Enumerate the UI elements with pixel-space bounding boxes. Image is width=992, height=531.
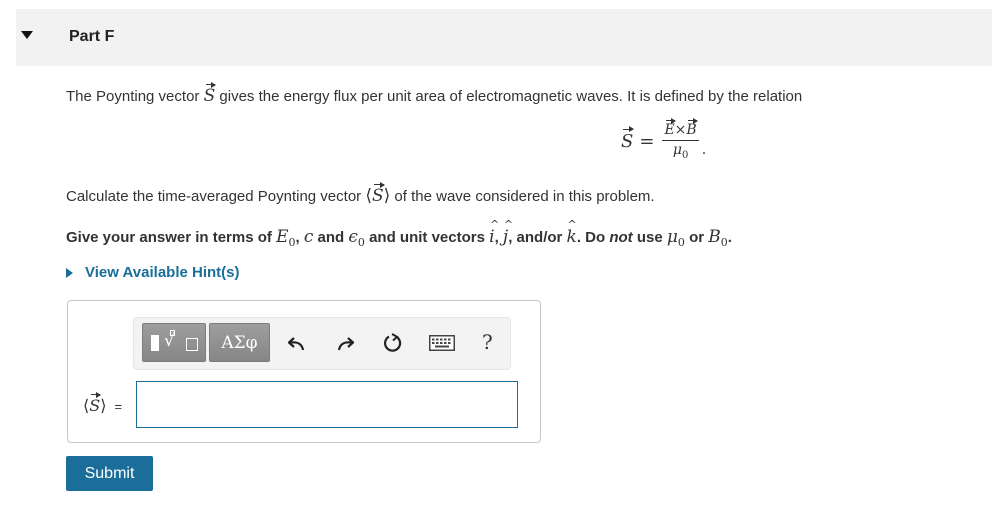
formula-equals: = — [639, 130, 655, 152]
give-i-hat: i — [489, 218, 500, 247]
formula-times: × — [674, 122, 687, 138]
give-text-7: . Do — [576, 229, 610, 246]
calc-text-after: of the wave considered in this problem. — [390, 188, 655, 205]
give-mu-sub: 0 — [677, 236, 685, 249]
part-header[interactable] — [16, 9, 992, 66]
formula-lhs: S — [621, 126, 635, 152]
symbols-button[interactable]: ΑΣφ — [209, 323, 270, 362]
give-mu: μ — [666, 227, 678, 247]
give-text-1: Give your answer in terms of — [66, 229, 277, 246]
reset-icon[interactable] — [382, 332, 404, 354]
answer-label-close: ⟩ — [100, 396, 107, 415]
poynting-formula: S = E×B μ0 . — [621, 117, 707, 161]
give-text-10: . — [727, 229, 732, 246]
give-k-hat: k — [567, 218, 578, 247]
help-button[interactable]: ? — [482, 330, 496, 354]
collapse-toggle-icon[interactable] — [21, 31, 33, 39]
avg-poynting-symbol: ⟨S⟩ — [365, 181, 391, 206]
formula-fraction: E×B μ0 — [662, 117, 699, 161]
part-title: Part F — [69, 28, 115, 45]
calc-text-before: Calculate the time-averaged Poynting vec… — [66, 188, 366, 205]
give-text-2: , — [295, 229, 304, 246]
formula-mu: μ — [672, 142, 682, 158]
answer-box: √ ΑΣφ ? ⟨S⟩ = — [67, 300, 541, 443]
give-not: not — [609, 229, 633, 246]
give-epsilon-sub: 0 — [357, 236, 365, 249]
submit-button[interactable]: Submit — [66, 456, 153, 491]
give-c: c — [303, 227, 314, 247]
answer-label: ⟨S⟩ = — [83, 391, 123, 415]
give-text-6: , and/or — [508, 229, 567, 246]
templates-sqrt-glyph: √ — [164, 331, 175, 351]
give-text-3: and — [313, 229, 349, 246]
math-toolbar: √ ΑΣφ ? — [133, 317, 511, 370]
poynting-symbol: S — [203, 81, 216, 106]
intro-text-after: gives the energy flux per unit area of e… — [215, 88, 803, 105]
formula-denominator: μ0 — [673, 141, 688, 161]
templates-icon — [151, 335, 159, 351]
give-e0: E — [276, 227, 289, 247]
hint-label: View Available Hint(s) — [85, 264, 240, 281]
formula-period: . — [701, 142, 707, 159]
give-e0-sub: 0 — [288, 236, 296, 249]
answer-instructions: Give your answer in terms of E0, c and ϵ… — [66, 218, 732, 249]
give-text-5: , — [494, 229, 503, 246]
answer-input[interactable] — [136, 381, 518, 428]
keyboard-icon[interactable] — [429, 335, 455, 351]
give-epsilon: ϵ — [348, 227, 358, 247]
give-text-9: or — [684, 229, 709, 246]
templates-box-shape — [186, 338, 198, 351]
give-text-8: use — [632, 229, 667, 246]
formula-b-vector: B — [686, 117, 699, 138]
formula-mu-sub: 0 — [681, 149, 689, 161]
templates-button[interactable]: √ — [142, 323, 206, 362]
answer-label-equals: = — [114, 399, 123, 414]
formula-numerator: E×B — [662, 117, 699, 141]
intro-text: The Poynting vector S gives the energy f… — [66, 81, 803, 106]
view-hints-link[interactable]: View Available Hint(s) — [66, 264, 240, 281]
hint-caret-icon — [66, 267, 73, 278]
give-text-4: and unit vectors — [364, 229, 490, 246]
give-b-sub: 0 — [720, 236, 728, 249]
undo-icon[interactable] — [286, 332, 308, 354]
question-text: Calculate the time-averaged Poynting vec… — [66, 181, 655, 206]
formula-e-vector: E — [664, 117, 676, 138]
give-j-hat: j — [503, 218, 514, 247]
give-b: B — [708, 227, 721, 247]
answer-label-symbol: S — [89, 391, 102, 415]
intro-text-before: The Poynting vector — [66, 88, 204, 105]
redo-icon[interactable] — [334, 332, 356, 354]
